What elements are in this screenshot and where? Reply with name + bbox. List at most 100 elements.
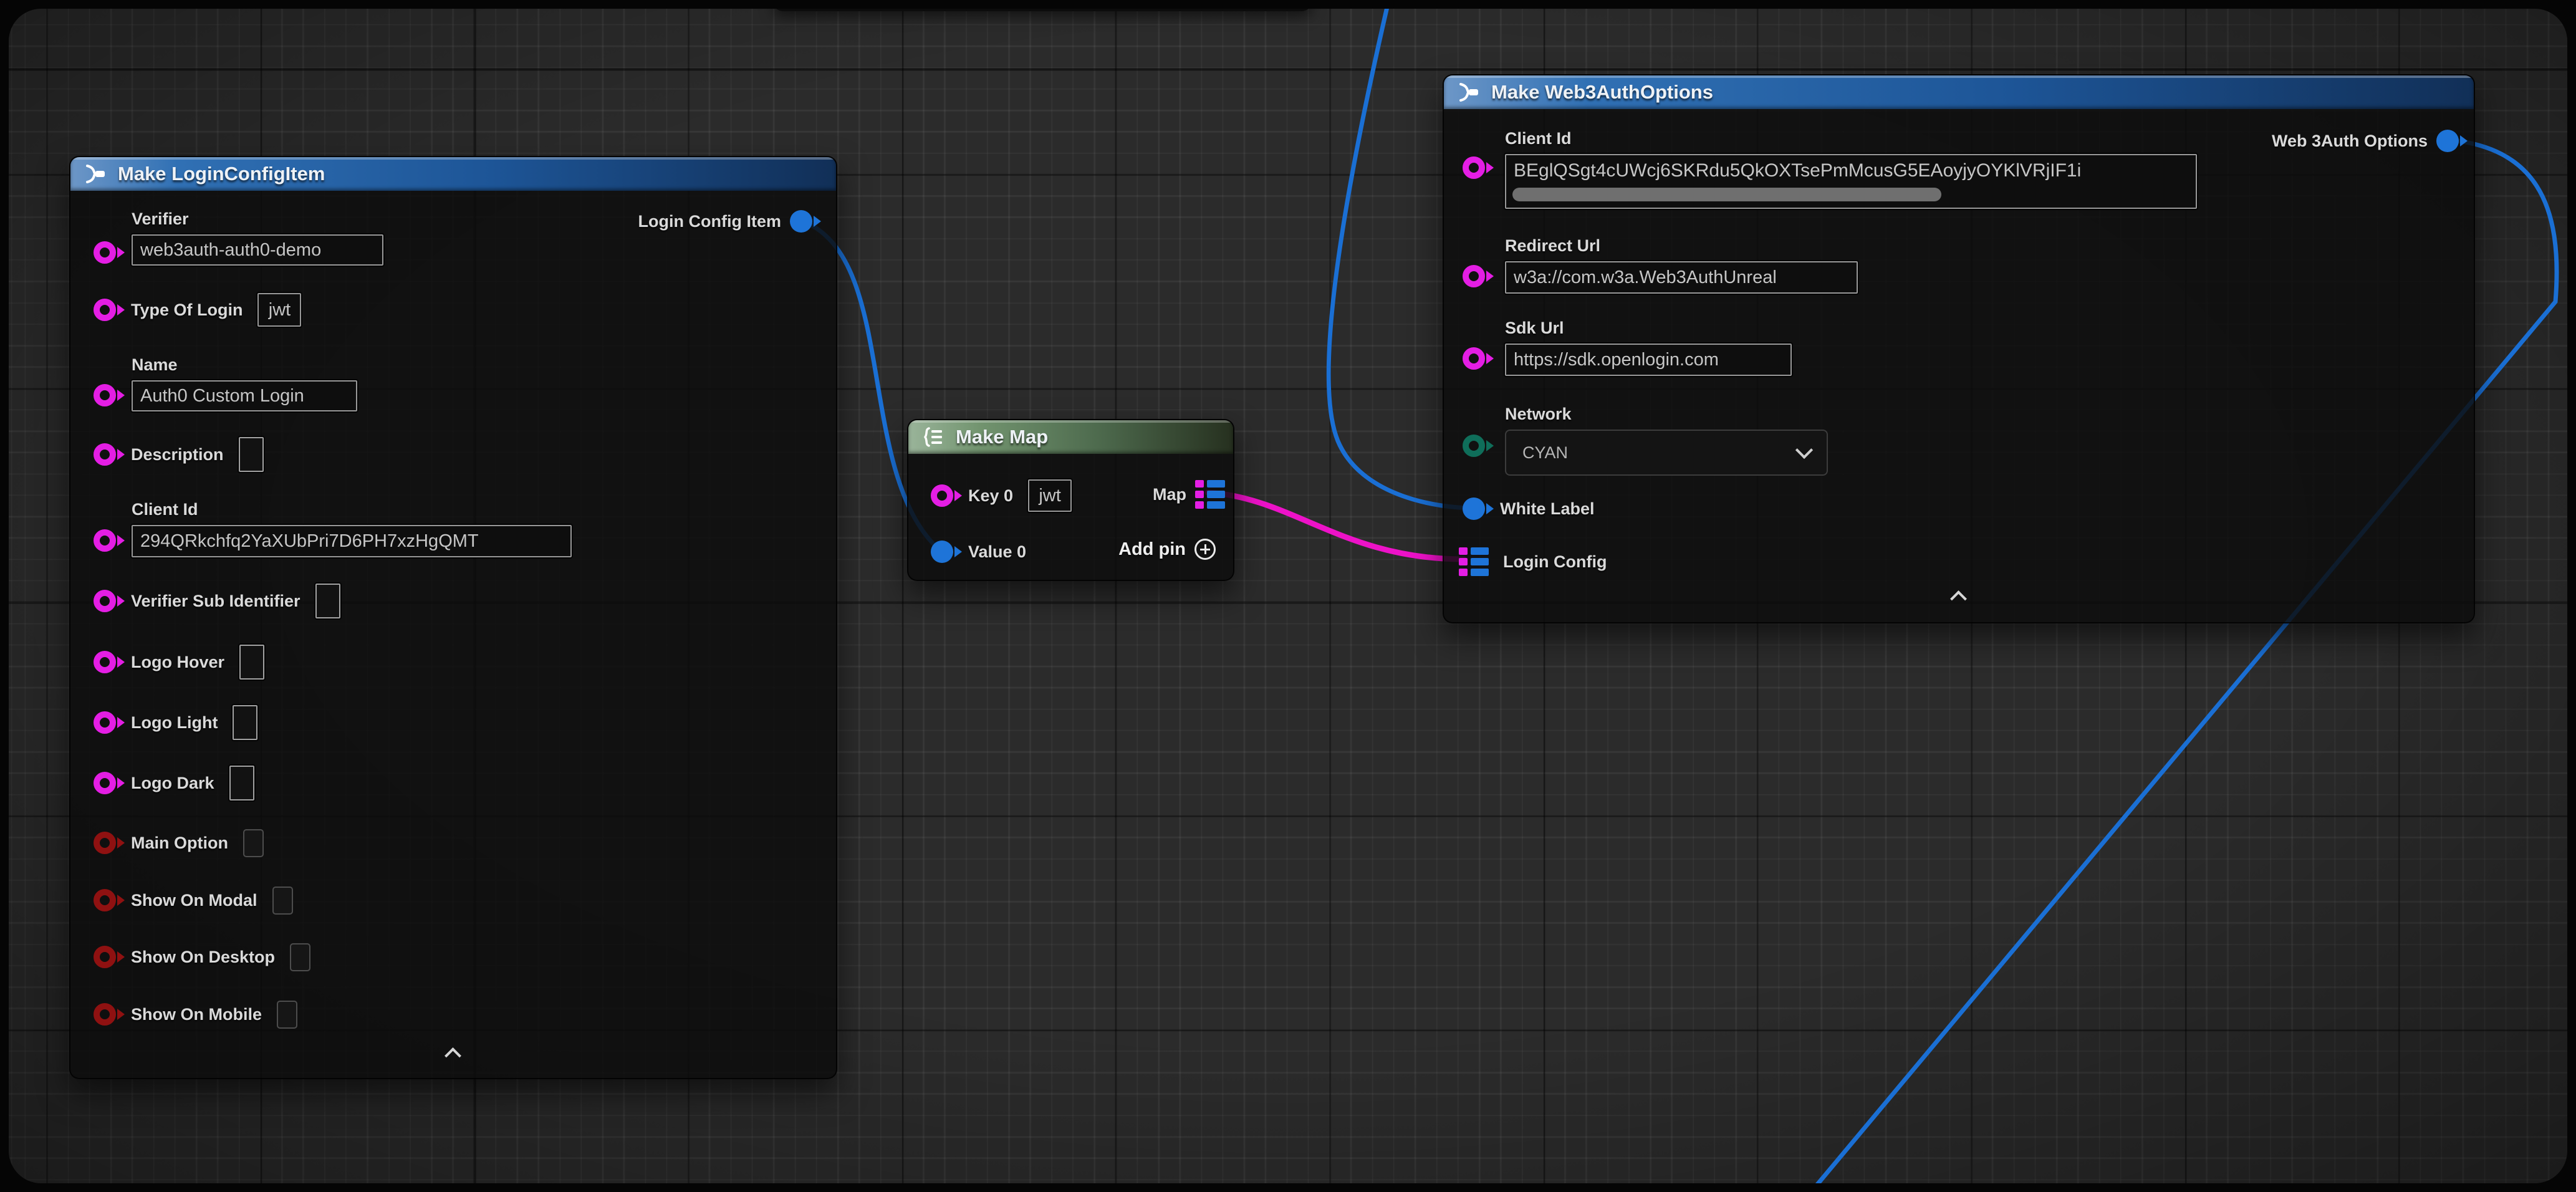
sdk-url-pin[interactable] [1463, 347, 1485, 370]
network-label: Network [1505, 405, 1828, 424]
logo-dark-label: Logo Dark [131, 774, 214, 793]
output-login-config-item[interactable]: Login Config Item [638, 206, 812, 236]
show-on-modal-row: Show On Modal [94, 883, 293, 918]
key0-pin[interactable] [931, 484, 953, 507]
client-id-text: BEglQSgt4cUWcj6SKRdu5QkOXTsePmMcusG5EAoy… [1514, 160, 2081, 181]
map-output-row[interactable]: Map [1153, 479, 1224, 509]
show-on-desktop-pin[interactable] [94, 946, 116, 968]
main-option-row: Main Option [94, 825, 264, 860]
verifier-input[interactable]: web3auth-auth0-demo [132, 234, 383, 266]
logo-light-input[interactable] [233, 705, 257, 740]
logo-hover-pin[interactable] [94, 651, 116, 673]
show-on-mobile-pin[interactable] [94, 1003, 116, 1026]
verifier-field: Verifier web3auth-auth0-demo [132, 209, 383, 266]
show-on-modal-checkbox[interactable] [272, 887, 293, 915]
node-titlebar[interactable]: Make Map [908, 420, 1233, 454]
collapse-chevron-icon[interactable] [1949, 590, 1968, 604]
logo-dark-input[interactable] [229, 766, 254, 800]
client-id-input[interactable]: 294QRkchfq2YaXUbPri7D6PH7xzHgQMT [132, 525, 572, 557]
logo-light-label: Logo Light [131, 713, 218, 733]
logo-light-row: Logo Light [94, 705, 257, 740]
type-of-login-pin[interactable] [94, 299, 116, 321]
redirect-url-field: Redirect Url w3a://com.w3a.Web3AuthUnrea… [1505, 236, 1858, 294]
logo-dark-pin[interactable] [94, 772, 116, 794]
key0-label: Key 0 [968, 486, 1013, 506]
node-title: Make Web3AuthOptions [1491, 81, 1713, 103]
logo-hover-input[interactable] [239, 645, 264, 680]
sdk-url-field: Sdk Url https://sdk.openlogin.com [1505, 319, 1792, 376]
struct-output-pin[interactable] [2436, 130, 2459, 152]
value0-row: Value 0 [931, 534, 1026, 569]
login-config-row: Login Config [1459, 544, 1607, 579]
main-option-label: Main Option [131, 834, 228, 853]
node-title: Make LoginConfigItem [118, 163, 325, 185]
offscreen-node-bottom-edge[interactable] [773, 9, 1312, 11]
network-field: Network CYAN [1505, 405, 1828, 476]
output-web3auth-options[interactable]: Web 3Auth Options [2272, 126, 2459, 156]
main-option-pin[interactable] [94, 832, 116, 854]
type-of-login-input[interactable]: jwt [257, 293, 301, 327]
node-titlebar[interactable]: Make LoginConfigItem [70, 157, 836, 191]
description-row: Description [94, 437, 264, 472]
logo-hover-row: Logo Hover [94, 645, 264, 680]
logo-hover-label: Logo Hover [131, 653, 224, 672]
output-label: Login Config Item [638, 212, 781, 231]
redirect-url-input[interactable]: w3a://com.w3a.Web3AuthUnreal [1505, 261, 1858, 294]
show-on-desktop-checkbox[interactable] [290, 943, 310, 971]
sdk-url-input[interactable]: https://sdk.openlogin.com [1505, 344, 1792, 376]
show-on-mobile-checkbox[interactable] [277, 1001, 297, 1029]
description-pin[interactable] [94, 443, 116, 466]
client-id-field: Client Id 294QRkchfq2YaXUbPri7D6PH7xzHgQ… [132, 500, 572, 557]
sdk-url-label: Sdk Url [1505, 319, 1792, 338]
make-map-icon [921, 425, 946, 449]
logo-light-pin[interactable] [94, 711, 116, 734]
client-id-label: Client Id [132, 500, 572, 519]
client-id-pin[interactable] [1463, 156, 1485, 179]
node-titlebar[interactable]: Make Web3AuthOptions [1444, 75, 2474, 109]
name-input[interactable]: Auth0 Custom Login [132, 380, 357, 411]
white-label-row: White Label [1463, 491, 1595, 526]
login-config-pin[interactable] [1459, 547, 1488, 577]
client-id-pin[interactable] [94, 529, 116, 552]
add-pin-label: Add pin [1118, 539, 1186, 560]
struct-output-pin[interactable] [790, 210, 812, 233]
map-output-pin[interactable] [1195, 480, 1224, 509]
verifier-sub-identifier-input[interactable] [315, 584, 340, 618]
node-make-map[interactable]: Make Map Key 0 jwt Map Value 0 Add pin [907, 419, 1234, 581]
logo-dark-row: Logo Dark [94, 766, 254, 800]
network-pin[interactable] [1463, 435, 1485, 457]
node-make-loginconfigitem[interactable]: Make LoginConfigItem Login Config Item V… [69, 156, 837, 1079]
add-pin-button[interactable]: Add pin [1118, 539, 1216, 560]
white-label-label: White Label [1500, 499, 1595, 519]
map-output-label: Map [1153, 485, 1186, 504]
client-id-input[interactable]: BEglQSgt4cUWcj6SKRdu5QkOXTsePmMcusG5EAoy… [1505, 154, 2197, 209]
name-label: Name [132, 355, 357, 375]
description-input[interactable] [239, 437, 264, 472]
name-field: Name Auth0 Custom Login [132, 355, 357, 411]
verifier-sub-identifier-pin[interactable] [94, 590, 116, 612]
make-struct-icon [1456, 80, 1481, 105]
screenshot-frame: Make LoginConfigItem Login Config Item V… [0, 0, 2576, 1192]
verifier-label: Verifier [132, 209, 383, 229]
client-id-scrollbar[interactable] [1512, 188, 1941, 201]
key0-input[interactable]: jwt [1028, 479, 1072, 512]
type-of-login-row: Type Of Login jwt [94, 292, 301, 327]
show-on-modal-pin[interactable] [94, 889, 116, 911]
white-label-pin[interactable] [1463, 497, 1485, 520]
description-label: Description [131, 445, 224, 464]
type-of-login-label: Type Of Login [131, 300, 243, 320]
value0-pin[interactable] [931, 541, 953, 563]
blueprint-canvas[interactable]: Make LoginConfigItem Login Config Item V… [9, 9, 2567, 1183]
network-dropdown[interactable]: CYAN [1505, 430, 1828, 476]
value0-label: Value 0 [968, 542, 1026, 562]
node-make-web3authoptions[interactable]: Make Web3AuthOptions Web 3Auth Options C… [1443, 74, 2475, 623]
main-option-checkbox[interactable] [243, 829, 264, 857]
chevron-down-icon [1795, 441, 1813, 459]
name-pin[interactable] [94, 384, 116, 406]
show-on-desktop-row: Show On Desktop [94, 940, 310, 974]
verifier-pin[interactable] [94, 241, 116, 264]
redirect-url-pin[interactable] [1463, 265, 1485, 287]
collapse-chevron-icon[interactable] [444, 1047, 463, 1061]
show-on-modal-label: Show On Modal [131, 891, 257, 910]
make-struct-icon [83, 161, 108, 186]
